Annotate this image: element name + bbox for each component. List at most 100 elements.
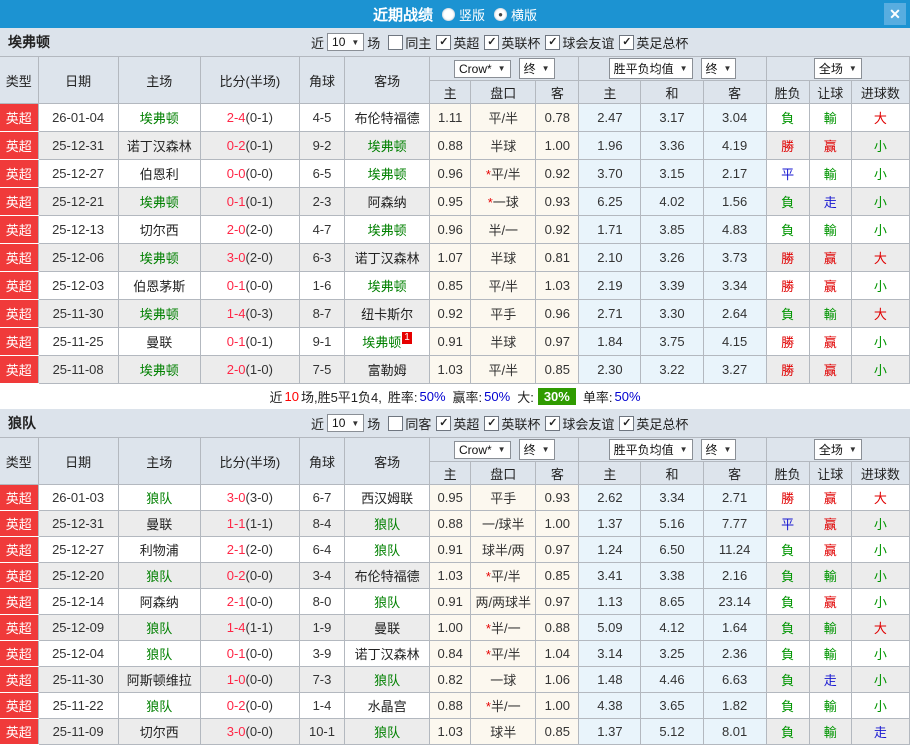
avg-draw-cell: 3.65 [640, 692, 704, 719]
avg-draw-cell: 3.25 [640, 640, 704, 667]
filter-checkbox[interactable]: ✓ 英联杯 [479, 414, 540, 433]
checkbox-icon[interactable]: ✓ [545, 34, 561, 50]
avg-home-cell: 1.13 [578, 588, 642, 615]
radio-icon[interactable]: ● [494, 7, 507, 21]
full-match-select[interactable]: 全场 ▼ [813, 58, 862, 79]
checkbox-icon[interactable]: ✓ [436, 34, 452, 50]
bookmaker-select[interactable]: Crow* ▼ [453, 440, 511, 459]
avg-draw-cell: 3.26 [640, 243, 704, 272]
sub-handicap-header: 盘口 [470, 461, 537, 485]
big-rate-badge: 30% [537, 388, 576, 405]
chevron-down-icon: ▼ [848, 64, 857, 73]
corner-cell: 1-6 [299, 271, 346, 300]
layout-radio-vertical[interactable]: 竖版 [433, 5, 485, 24]
result-handicap-cell: 輸 [809, 718, 852, 745]
match-row: 英超 25-12-20 狼队 0-2(0-0) 3-4 布伦特福德 1.03 *… [0, 562, 910, 589]
checkbox-icon[interactable] [388, 415, 404, 431]
result-handicap-cell: 輸 [809, 215, 852, 244]
away-team-cell: 诺丁汉森林 [344, 640, 431, 667]
score-cell: 0-1(0-1) [200, 187, 300, 216]
filter-checkbox[interactable]: ✓ 英超 [431, 414, 479, 433]
avg-away-cell: 3.34 [703, 271, 767, 300]
avg-home-cell: 2.47 [578, 103, 642, 132]
avg-odds-select[interactable]: 胜平负均值 ▼ [608, 58, 693, 79]
away-odds-cell: 0.92 [535, 215, 580, 244]
sub-away-odds-header: 客 [535, 461, 580, 485]
away-odds-cell: 1.00 [535, 692, 580, 719]
corner-cell: 6-3 [299, 243, 346, 272]
close-icon: ✕ [889, 5, 901, 22]
result-goals-cell: 小 [851, 666, 910, 693]
score-cell: 0-1(0-1) [200, 327, 300, 356]
checkbox-icon[interactable]: ✓ [484, 34, 500, 50]
checkbox-icon[interactable]: ✓ [436, 415, 452, 431]
avg-away-cell: 2.16 [703, 562, 767, 589]
final-odds-select[interactable]: 终 ▼ [518, 439, 555, 460]
col-home-header: 主场 [118, 56, 201, 104]
final-odds-select[interactable]: 终 ▼ [518, 58, 555, 79]
full-match-select[interactable]: 全场 ▼ [813, 439, 862, 460]
final-avg-select[interactable]: 终 ▼ [700, 58, 737, 79]
checkbox-label: 球会友谊 [562, 416, 615, 432]
away-odds-cell: 0.85 [535, 355, 580, 384]
filter-checkbox[interactable]: ✓ 英足总杯 [614, 414, 688, 433]
sub-home-odds-header: 主 [429, 461, 472, 485]
filter-checkbox[interactable]: ✓ 球会友谊 [540, 414, 614, 433]
filter-checkbox[interactable]: 同客 [383, 414, 431, 433]
match-count-select[interactable]: 10 ▼ [327, 33, 365, 51]
avg-away-cell: 4.15 [703, 327, 767, 356]
chevron-down-icon: ▼ [351, 418, 360, 428]
handicap-cell: 一/球半 [470, 510, 537, 537]
col-type-header: 类型 [0, 56, 39, 104]
result-handicap-cell: 赢 [809, 484, 852, 511]
away-odds-cell: 0.93 [535, 187, 580, 216]
bookmaker-select[interactable]: Crow* ▼ [453, 59, 511, 78]
avg-away-cell: 3.73 [703, 243, 767, 272]
layout-radio-horizontal[interactable]: ● 横版 [485, 5, 537, 24]
corner-cell: 3-9 [299, 640, 346, 667]
away-team-cell: 阿森纳 [344, 187, 431, 216]
handicap-cell: 半球 [470, 131, 537, 160]
match-row: 英超 25-11-30 阿斯顿维拉 1-0(0-0) 7-3 狼队 0.82 一… [0, 666, 910, 693]
corner-cell: 8-7 [299, 299, 346, 328]
result-handicap-cell: 赢 [809, 271, 852, 300]
avg-odds-select[interactable]: 胜平负均值 ▼ [608, 439, 693, 460]
everton-results-table: 类型 日期 主场 比分(半场) 角球 客场 Crow* ▼ 终 ▼ 胜平负均值 ▼ 终… [0, 56, 910, 384]
home-team-cell: 曼联 [118, 510, 201, 537]
radio-icon[interactable] [441, 7, 455, 21]
col-corner-header: 角球 [299, 56, 346, 104]
filter-checkbox[interactable]: ✓ 英足总杯 [614, 33, 688, 52]
checkbox-icon[interactable]: ✓ [545, 415, 561, 431]
score-cell: 0-2(0-0) [200, 562, 300, 589]
away-odds-cell: 0.97 [535, 588, 580, 615]
chevron-down-icon: ▼ [723, 445, 732, 454]
final-avg-select[interactable]: 终 ▼ [700, 439, 737, 460]
filter-checkbox[interactable]: ✓ 英超 [431, 33, 479, 52]
filter-checkbox[interactable]: ✓ 球会友谊 [540, 33, 614, 52]
away-odds-cell: 0.92 [535, 159, 580, 188]
chevron-down-icon: ▼ [541, 445, 550, 454]
avg-draw-cell: 3.22 [640, 355, 704, 384]
away-team-cell: 埃弗顿 [344, 215, 431, 244]
handicap-cell: 平/半 [470, 103, 537, 132]
away-odds-cell: 1.06 [535, 666, 580, 693]
corner-cell: 1-9 [299, 614, 346, 641]
league-cell: 英超 [0, 536, 39, 563]
checkbox-icon[interactable] [388, 34, 404, 50]
checkbox-icon[interactable]: ✓ [619, 415, 635, 431]
page-title: 近期战绩 [372, 6, 433, 24]
date-cell: 25-12-21 [38, 187, 119, 216]
checkbox-label: 英超 [453, 35, 480, 51]
match-count-select[interactable]: 10 ▼ [327, 414, 365, 432]
away-team-cell: 狼队 [344, 510, 431, 537]
filter-checkbox[interactable]: 同主 [383, 33, 431, 52]
checkbox-icon[interactable]: ✓ [484, 415, 500, 431]
checkbox-label: 英足总杯 [636, 416, 689, 432]
home-team-cell: 诺丁汉森林 [118, 131, 201, 160]
chevron-down-icon: ▼ [679, 445, 688, 454]
close-button[interactable]: ✕ [884, 3, 906, 25]
filter-checkbox[interactable]: ✓ 英联杯 [479, 33, 540, 52]
checkbox-icon[interactable]: ✓ [619, 34, 635, 50]
away-team-cell: 狼队 [344, 666, 431, 693]
avg-away-cell: 6.63 [703, 666, 767, 693]
